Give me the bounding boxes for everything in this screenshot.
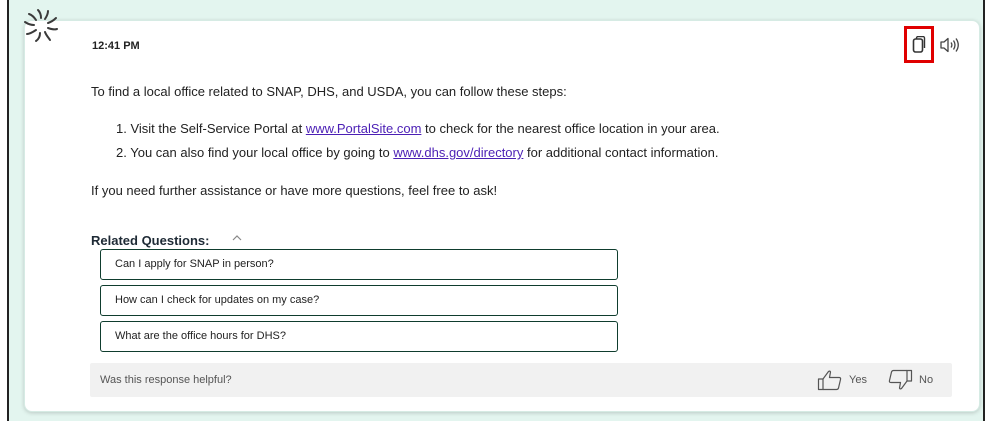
message-outro: If you need further assistance or have m…: [91, 183, 498, 198]
chat-message-card: [24, 20, 980, 412]
sunburst-logo-icon: [24, 9, 58, 42]
step-text-end: to check for the nearest office location…: [421, 121, 720, 136]
feedback-yes-button[interactable]: Yes: [817, 368, 867, 392]
related-question-button[interactable]: Can I apply for SNAP in person?: [100, 249, 618, 280]
message-timestamp: 12:41 PM: [92, 40, 140, 52]
copy-icon: [912, 35, 926, 53]
step-number: 2.: [116, 145, 127, 160]
copy-button[interactable]: [904, 26, 934, 63]
dhs-directory-link[interactable]: www.dhs.gov/directory: [393, 145, 523, 160]
feedback-bar: Was this response helpful? Yes No: [90, 363, 952, 397]
portal-link[interactable]: www.PortalSite.com: [306, 121, 422, 136]
message-intro: To find a local office related to SNAP, …: [91, 84, 567, 99]
step-item-2: 2. You can also find your local office b…: [116, 145, 718, 160]
feedback-prompt: Was this response helpful?: [100, 374, 232, 386]
related-question-button[interactable]: How can I check for updates on my case?: [100, 285, 618, 316]
thumbs-down-icon: [888, 369, 913, 390]
step-text-end: for additional contact information.: [523, 145, 719, 160]
speaker-icon[interactable]: [939, 36, 961, 54]
feedback-no-label: No: [919, 374, 934, 386]
feedback-yes-label: Yes: [849, 374, 867, 386]
step-text: You can also find your local office by g…: [130, 145, 394, 160]
step-number: 1.: [116, 121, 127, 136]
step-text: Visit the Self-Service Portal at: [130, 121, 306, 136]
feedback-no-button[interactable]: No: [887, 368, 933, 392]
related-question-button[interactable]: What are the office hours for DHS?: [100, 321, 618, 352]
thumbs-up-icon: [817, 370, 842, 391]
window-border-right: [983, 0, 985, 421]
chevron-up-icon[interactable]: [231, 232, 243, 244]
related-questions-title: Related Questions:: [91, 233, 210, 248]
step-item-1: 1. Visit the Self-Service Portal at www.…: [116, 121, 720, 136]
